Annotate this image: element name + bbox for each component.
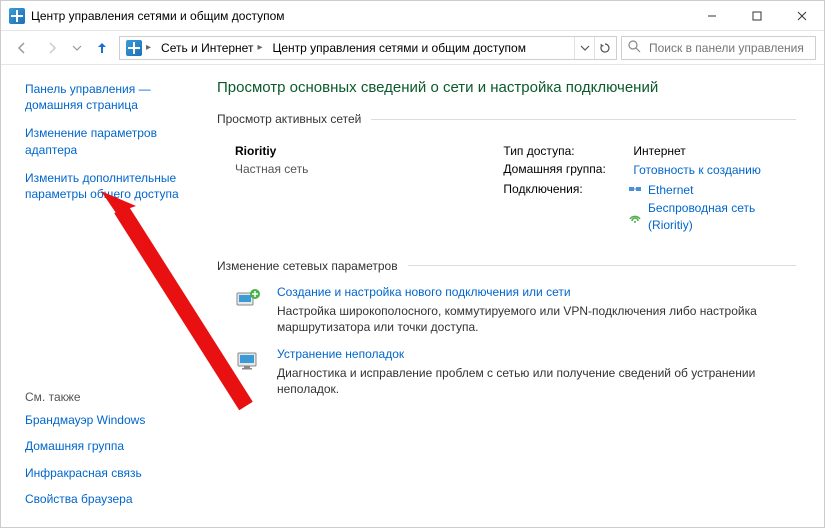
- troubleshoot-icon: [235, 349, 263, 373]
- prop-label-access: Тип доступа:: [503, 144, 633, 158]
- wifi-icon: [628, 211, 642, 223]
- action-new-connection: Создание и настройка нового подключения …: [235, 285, 796, 335]
- sidebar-link-home[interactable]: Панель управления — домашняя страница: [25, 81, 191, 113]
- search-input[interactable]: [647, 40, 809, 56]
- close-button[interactable]: [779, 1, 824, 31]
- prop-label-connections: Подключения:: [503, 182, 628, 233]
- ethernet-icon: [628, 184, 642, 196]
- connection-link-ethernet[interactable]: Ethernet: [648, 182, 693, 198]
- section-active-networks: Просмотр активных сетей: [217, 112, 796, 126]
- recent-dropdown-button[interactable]: [69, 35, 85, 61]
- address-bar[interactable]: ▸ Сеть и Интернет ▸ Центр управления сет…: [119, 36, 617, 60]
- back-button[interactable]: [9, 35, 35, 61]
- address-dropdown-button[interactable]: [574, 37, 594, 59]
- forward-button[interactable]: [39, 35, 65, 61]
- see-also-link-infrared[interactable]: Инфракрасная связь: [25, 465, 191, 481]
- see-also-link-firewall[interactable]: Брандмауэр Windows: [25, 412, 191, 428]
- action-link-troubleshoot[interactable]: Устранение неполадок: [277, 347, 796, 361]
- active-network-block: Rioritiy Частная сеть Тип доступа: Интер…: [235, 144, 796, 237]
- title-bar: Центр управления сетями и общим доступом: [1, 1, 824, 31]
- divider: [408, 265, 796, 266]
- minimize-button[interactable]: [689, 1, 734, 31]
- breadcrumb-item-sharing-center[interactable]: Центр управления сетями и общим доступом: [268, 41, 530, 55]
- prop-value-access: Интернет: [633, 144, 685, 158]
- see-also-link-browser-properties[interactable]: Свойства браузера: [25, 491, 191, 507]
- app-icon: [9, 8, 25, 24]
- action-troubleshoot: Устранение неполадок Диагностика и испра…: [235, 347, 796, 397]
- sidebar-link-advanced-sharing[interactable]: Изменить дополнительные параметры общего…: [25, 170, 191, 202]
- chevron-right-icon: ▸: [146, 42, 151, 53]
- breadcrumb-label: Сеть и Интернет: [161, 41, 253, 55]
- divider: [371, 119, 796, 120]
- breadcrumb-label: Центр управления сетями и общим доступом: [272, 41, 526, 55]
- window-title: Центр управления сетями и общим доступом: [31, 9, 285, 23]
- sidebar-see-also: См. также Брандмауэр Windows Домашняя гр…: [25, 370, 191, 517]
- action-desc: Настройка широкополосного, коммутируемог…: [277, 303, 796, 335]
- connection-link-wifi[interactable]: Беспроводная сеть (Rioritiy): [648, 200, 796, 232]
- sidebar-link-adapter-settings[interactable]: Изменение параметров адаптера: [25, 125, 191, 157]
- nav-bar: ▸ Сеть и Интернет ▸ Центр управления сет…: [1, 31, 824, 65]
- section-network-settings: Изменение сетевых параметров: [217, 259, 796, 273]
- network-type: Частная сеть: [235, 162, 503, 176]
- prop-link-homegroup[interactable]: Готовность к созданию: [633, 162, 760, 178]
- breadcrumb-root[interactable]: ▸: [122, 40, 155, 56]
- new-connection-icon: [235, 287, 263, 311]
- action-link-new-connection[interactable]: Создание и настройка нового подключения …: [277, 285, 796, 299]
- up-button[interactable]: [89, 35, 115, 61]
- chevron-right-icon: ▸: [257, 42, 262, 53]
- see-also-link-homegroup[interactable]: Домашняя группа: [25, 438, 191, 454]
- network-name: Rioritiy: [235, 144, 503, 158]
- breadcrumb-item-network[interactable]: Сеть и Интернет ▸: [157, 41, 266, 55]
- section-label: Изменение сетевых параметров: [217, 259, 398, 273]
- page-heading: Просмотр основных сведений о сети и наст…: [217, 79, 796, 96]
- search-icon: [628, 40, 641, 56]
- section-label: Просмотр активных сетей: [217, 112, 361, 126]
- prop-label-homegroup: Домашняя группа:: [503, 162, 633, 178]
- breadcrumb-root-icon: [126, 40, 142, 56]
- action-desc: Диагностика и исправление проблем с сеть…: [277, 365, 796, 397]
- maximize-button[interactable]: [734, 1, 779, 31]
- search-box[interactable]: [621, 36, 816, 60]
- refresh-button[interactable]: [594, 37, 614, 59]
- main-panel: Просмотр основных сведений о сети и наст…: [201, 65, 824, 527]
- network-properties: Тип доступа: Интернет Домашняя группа: Г…: [503, 144, 796, 237]
- see-also-header: См. также: [25, 390, 191, 404]
- sidebar: Панель управления — домашняя страница Из…: [1, 65, 201, 527]
